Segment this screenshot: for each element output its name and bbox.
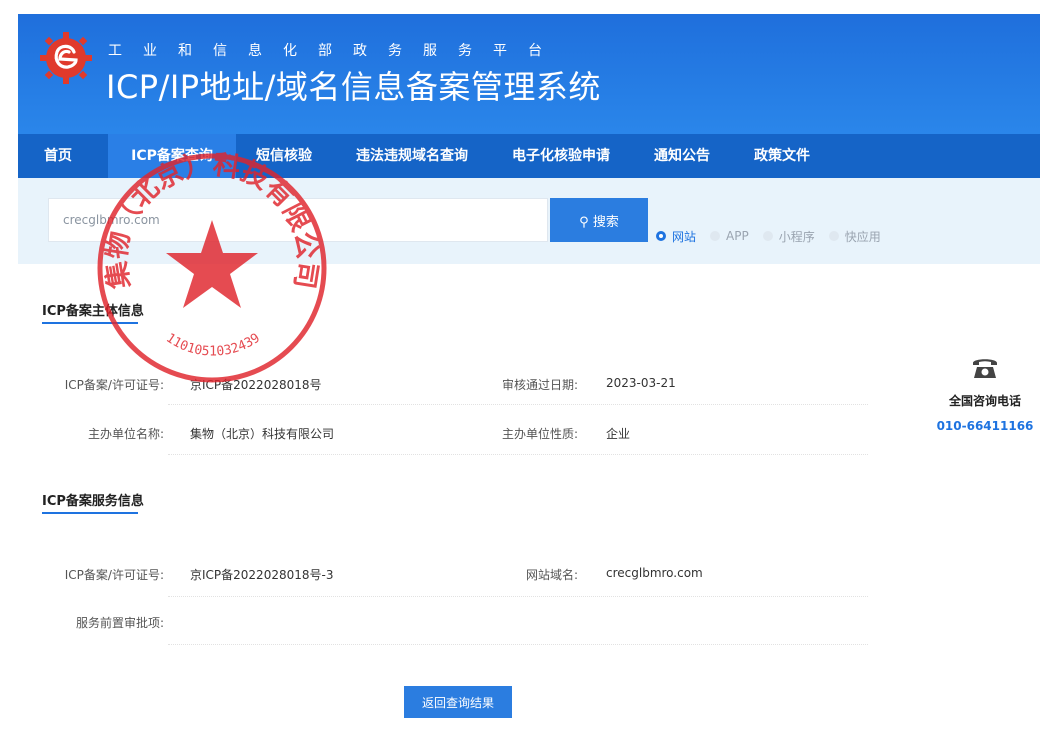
nav-item-sms-verify[interactable]: 短信核验 [256, 134, 312, 178]
nav-item-illegal-domain-query[interactable]: 违法违规域名查询 [356, 134, 468, 178]
service-info-title: ICP备案服务信息 [42, 494, 144, 509]
search-input[interactable] [48, 198, 548, 242]
subject-license-label: ICP备案/许可证号: [64, 378, 164, 392]
radio-dot [710, 231, 721, 241]
row-divider [168, 454, 868, 455]
subject-info-underline [42, 322, 138, 324]
service-license-label: ICP备案/许可证号: [64, 568, 164, 582]
hotline-box: 全国咨询电话 010-66411166 [930, 352, 1040, 433]
row-divider [168, 644, 868, 645]
preapproval-label: 服务前置审批项: [75, 616, 164, 630]
service-license-value: 京ICP备2022028018号-3 [190, 568, 334, 582]
hotline-label: 全国咨询电话 [948, 394, 1021, 408]
search-type-group: 网站 APP 小程序 快应用 [656, 226, 895, 246]
radio-website[interactable]: 网站 [656, 228, 696, 245]
nav-item-icp-query[interactable]: ICP备案查询 [108, 134, 236, 178]
radio-mini-program[interactable]: 小程序 [762, 228, 815, 245]
header-banner: 工业和信息化部政务服务平台 ICP/IP地址/域名信息备案管理系统 [18, 14, 1040, 134]
radio-label: APP [726, 229, 749, 243]
radio-dot-selected [656, 231, 666, 241]
row-divider [168, 596, 868, 597]
org-type-label: 主办单位性质: [501, 427, 578, 441]
approval-date-value: 2023-03-21 [606, 376, 676, 390]
domain-label: 网站域名: [525, 568, 578, 582]
service-info-underline [42, 512, 138, 514]
radio-dot [762, 231, 773, 241]
telephone-icon [973, 359, 997, 378]
radio-label: 网站 [672, 229, 697, 244]
main-nav: 首页 ICP备案查询 短信核验 违法违规域名查询 电子化核验申请 通知公告 政策… [18, 134, 1040, 178]
approval-date-label: 审核通过日期: [501, 378, 578, 392]
domain-value: crecglbmro.com [606, 566, 703, 580]
nav-item-electronic-verify[interactable]: 电子化核验申请 [512, 134, 610, 178]
org-name-value: 集物（北京）科技有限公司 [190, 427, 335, 441]
seal-code-text: 1101051032439 [163, 331, 263, 360]
radio-label: 快应用 [844, 229, 881, 244]
radio-app[interactable]: APP [710, 229, 749, 243]
miit-logo [40, 32, 92, 84]
search-button[interactable]: ⚲ 搜索 [550, 198, 648, 242]
header-subtitle: 工业和信息化部政务服务平台 [108, 43, 563, 59]
row-divider [168, 404, 868, 405]
subject-license-value: 京ICP备2022028018号 [190, 378, 322, 392]
hotline-number: 010-66411166 [936, 419, 1034, 433]
search-button-label: 搜索 [592, 214, 619, 230]
nav-item-policy-docs[interactable]: 政策文件 [754, 134, 810, 178]
radio-label: 小程序 [778, 229, 815, 244]
page-title: ICP/IP地址/域名信息备案管理系统 [106, 68, 601, 106]
back-to-results-button[interactable]: 返回查询结果 [404, 686, 512, 718]
search-icon: ⚲ [579, 214, 589, 230]
radio-quick-app[interactable]: 快应用 [828, 228, 881, 245]
subject-info-title: ICP备案主体信息 [42, 304, 144, 319]
nav-item-home[interactable]: 首页 [44, 134, 104, 178]
search-area: ⚲ 搜索 网站 APP 小程序 快应用 [18, 178, 1040, 264]
nav-item-notices[interactable]: 通知公告 [654, 134, 710, 178]
org-name-label: 主办单位名称: [87, 427, 164, 441]
radio-dot [828, 231, 839, 241]
org-type-value: 企业 [606, 427, 631, 441]
